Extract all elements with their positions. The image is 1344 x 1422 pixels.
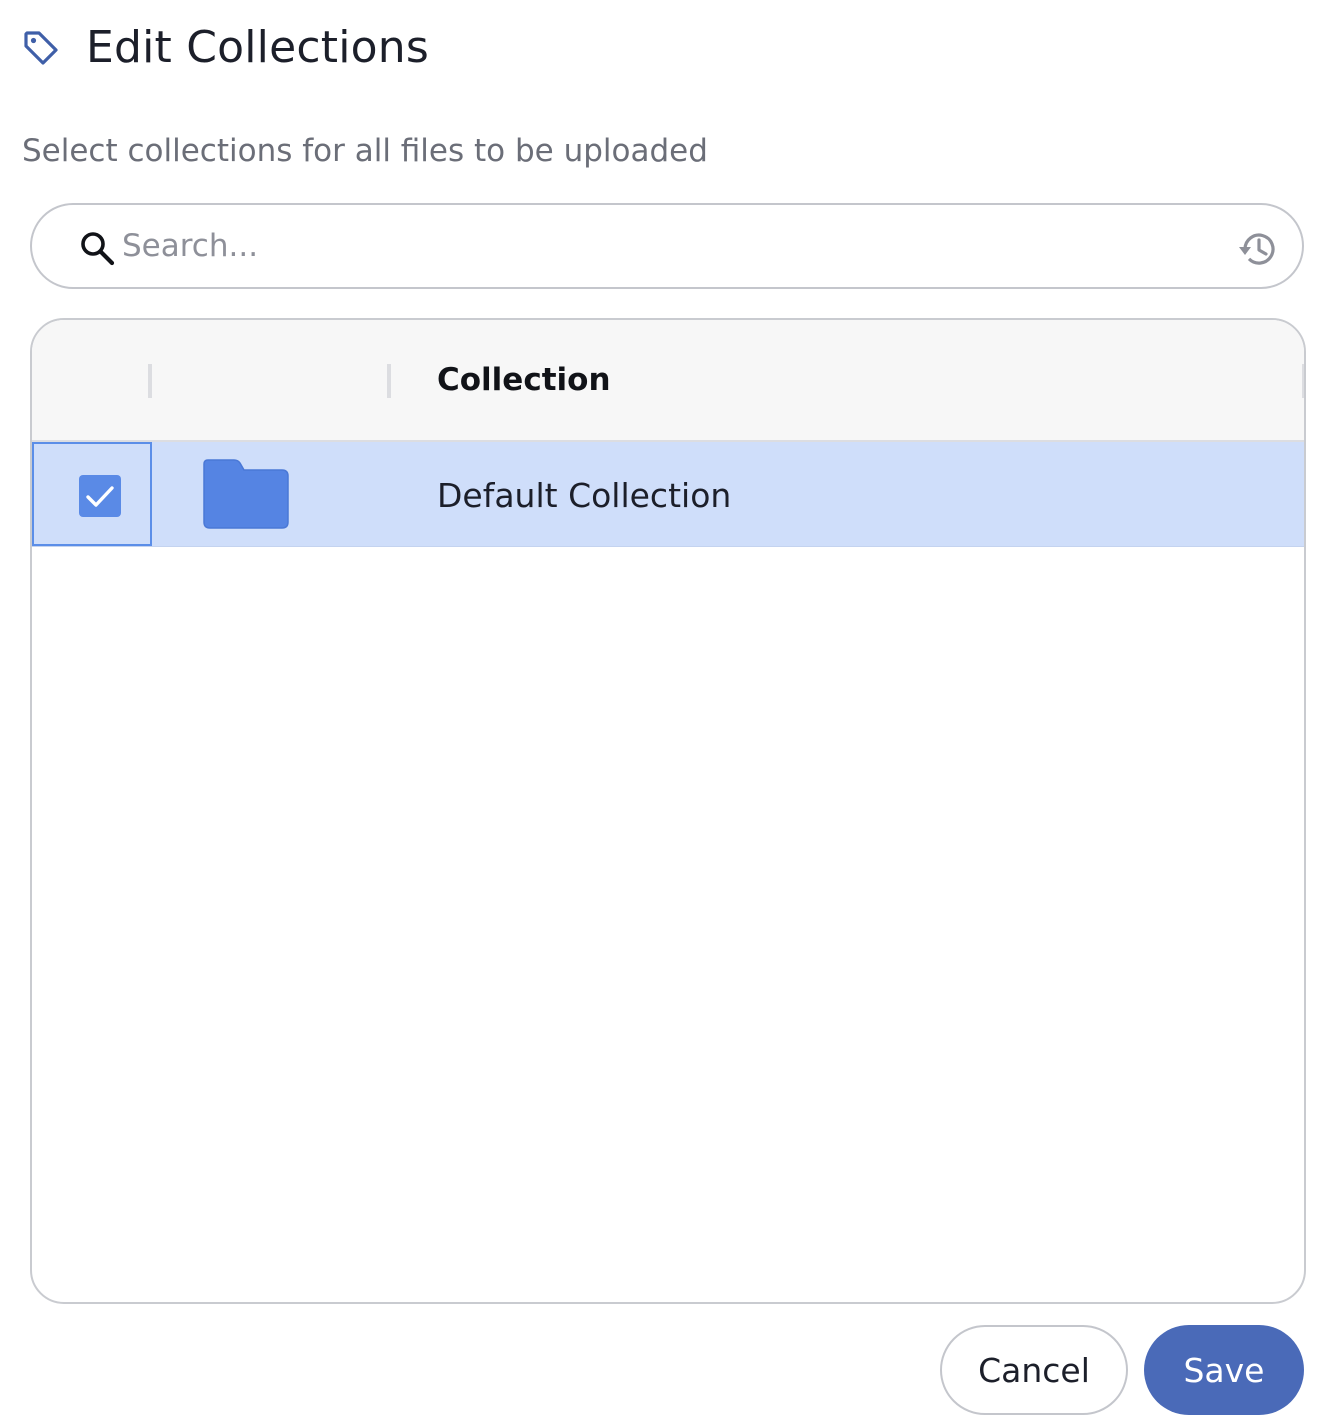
- edit-collections-dialog: Edit Collections Select collections for …: [0, 0, 1344, 1422]
- search-input[interactable]: [122, 217, 1202, 275]
- dialog-subtitle: Select collections for all files to be u…: [22, 133, 708, 169]
- table-header: Collection: [32, 320, 1304, 442]
- search-icon: [78, 229, 116, 267]
- save-button[interactable]: Save: [1144, 1325, 1304, 1415]
- collection-name: Default Collection: [437, 476, 732, 515]
- table-row[interactable]: Default Collection: [32, 442, 1304, 547]
- history-icon[interactable]: [1236, 227, 1280, 271]
- column-header-collection[interactable]: Collection: [437, 362, 611, 398]
- check-icon: [86, 486, 114, 507]
- select-cell[interactable]: [32, 442, 152, 546]
- collections-table: Collection Default Collection: [30, 318, 1306, 1304]
- column-separator[interactable]: [148, 364, 152, 398]
- tag-icon: [22, 29, 60, 67]
- cancel-button[interactable]: Cancel: [940, 1325, 1128, 1415]
- column-separator[interactable]: [1302, 364, 1304, 398]
- search-bar[interactable]: [30, 203, 1304, 289]
- dialog-header: Edit Collections: [22, 22, 429, 73]
- row-checkbox[interactable]: [79, 475, 121, 517]
- dialog-title: Edit Collections: [86, 22, 429, 73]
- folder-icon: [202, 458, 290, 530]
- column-separator[interactable]: [387, 364, 391, 398]
